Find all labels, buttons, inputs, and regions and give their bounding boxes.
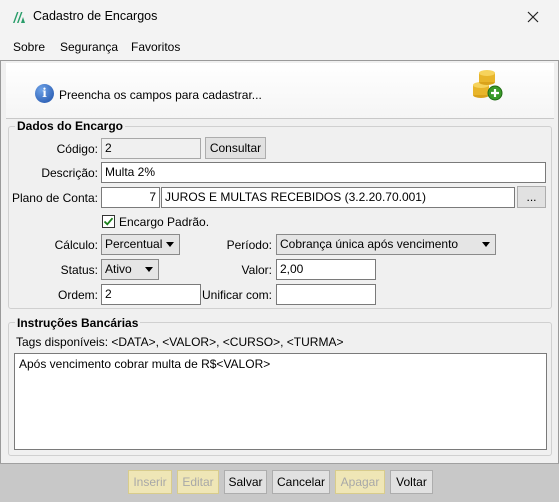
coins-add-icon — [473, 70, 503, 101]
close-icon[interactable] — [518, 4, 548, 30]
periodo-label: Período: — [226, 238, 272, 252]
status-select[interactable]: Ativo — [101, 259, 159, 280]
app-logo-icon — [13, 12, 25, 23]
menu-sobre[interactable]: Sobre — [13, 40, 45, 54]
calculo-label: Cálculo: — [54, 238, 98, 252]
consultar-button[interactable]: Consultar — [205, 137, 266, 159]
plano-desc-field: JUROS E MULTAS RECEBIDOS (3.2.20.70.001) — [161, 187, 515, 208]
valor-field[interactable]: 2,00 — [276, 259, 376, 280]
salvar-button[interactable]: Salvar — [224, 470, 267, 494]
chevron-down-icon — [482, 242, 490, 247]
editar-button[interactable]: Editar — [177, 470, 219, 494]
status-value: Ativo — [105, 262, 132, 276]
calculo-select[interactable]: Percentual — [101, 234, 180, 255]
plano-code-field[interactable]: 7 — [101, 187, 160, 208]
instrucoes-legend: Instruções Bancárias — [15, 316, 141, 330]
periodo-value: Cobrança única após vencimento — [280, 237, 459, 251]
plano-browse-button[interactable]: ... — [517, 186, 546, 208]
chevron-down-icon — [145, 267, 153, 272]
descricao-label: Descrição: — [41, 166, 98, 180]
menu-favoritos[interactable]: Favoritos — [131, 40, 180, 54]
info-icon: i — [35, 84, 54, 103]
cancelar-button[interactable]: Cancelar — [272, 470, 330, 494]
menu-seguranca[interactable]: Segurança — [60, 40, 118, 54]
window-title: Cadastro de Encargos — [33, 9, 158, 23]
apagar-button[interactable]: Apagar — [335, 470, 385, 494]
tags-text: Tags disponíveis: <DATA>, <VALOR>, <CURS… — [16, 335, 344, 349]
chevron-down-icon — [166, 242, 174, 247]
unificar-field[interactable] — [276, 284, 376, 305]
periodo-select[interactable]: Cobrança única após vencimento — [276, 234, 496, 255]
descricao-field[interactable]: Multa 2% — [101, 162, 546, 183]
plano-label: Plano de Conta: — [11, 191, 98, 205]
unificar-label: Unificar com: — [201, 288, 272, 302]
calculo-value: Percentual — [105, 237, 163, 251]
ordem-label: Ordem: — [57, 288, 98, 302]
valor-label: Valor: — [241, 263, 272, 277]
codigo-field[interactable]: 2 — [101, 138, 201, 159]
dados-legend: Dados do Encargo — [15, 119, 126, 133]
banner-text: Preencha os campos para cadastrar... — [59, 88, 262, 102]
instrucoes-textarea[interactable]: Após vencimento cobrar multa de R$<VALOR… — [14, 353, 547, 450]
voltar-button[interactable]: Voltar — [390, 470, 433, 494]
check-icon — [103, 217, 114, 226]
codigo-label: Código: — [56, 142, 98, 156]
inserir-button[interactable]: Inserir — [128, 470, 172, 494]
status-label: Status: — [60, 263, 98, 277]
encargo-padrao-label: Encargo Padrão. — [119, 215, 210, 229]
ordem-field[interactable]: 2 — [101, 284, 201, 305]
encargo-padrao-checkbox[interactable] — [102, 215, 115, 228]
